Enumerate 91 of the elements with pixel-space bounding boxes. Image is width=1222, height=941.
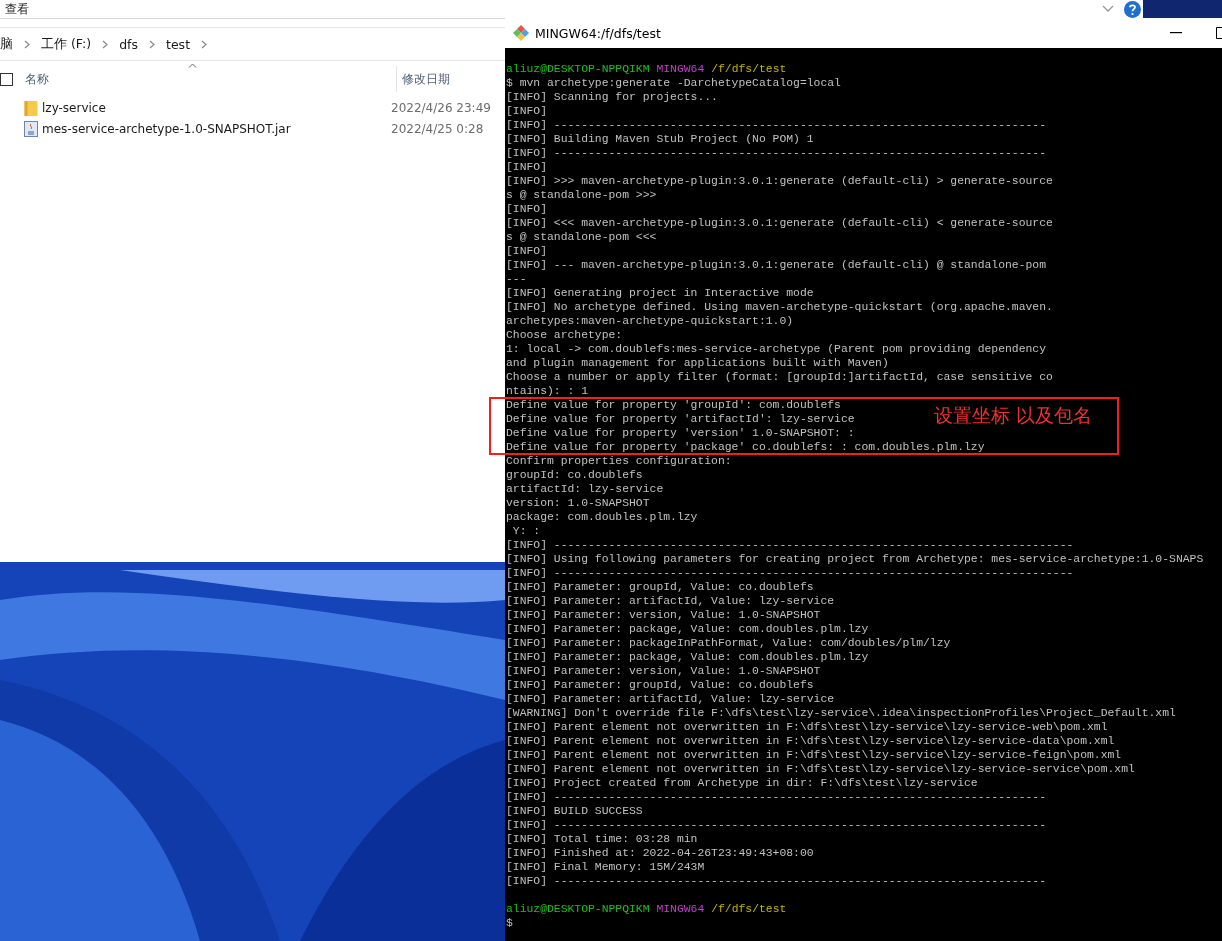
console-line: [INFO] Using following parameters for creating project from Archetype: mes-service-archetype:1.0-SNAPS: [506, 553, 1204, 565]
console-line: [INFO] --- maven-archetype-plugin:3.0.1:generate (default-cli) @ standalone-pom: [506, 259, 1046, 271]
breadcrumb-item[interactable]: 脑: [0, 35, 13, 53]
console-line: ---: [506, 273, 527, 285]
console-line: [INFO] <<< maven-archetype-plugin:3.0.1:generate (default-cli) < generate-source: [506, 217, 1053, 229]
console-line: s @ standalone-pom <<<: [506, 231, 657, 243]
select-all-checkbox[interactable]: [0, 72, 13, 86]
console-line: groupId: co.doublefs: [506, 469, 643, 481]
chevron-right-icon[interactable]: [201, 39, 208, 49]
console-line: [INFO] Total time: 03:28 min: [506, 833, 698, 845]
column-header[interactable]: 名称: [25, 70, 183, 88]
prompt-path: /f/dfs/test: [711, 903, 787, 915]
console-line: [INFO] Generating project in Interactive mode: [506, 287, 814, 299]
prompt-shell: MINGW64: [656, 63, 705, 75]
minimize-icon[interactable]: [1170, 32, 1182, 34]
console-line: [INFO] >>> maven-archetype-plugin:3.0.1:generate (default-cli) > generate-source: [506, 175, 1053, 187]
console-line: [INFO] Parameter: version, Value: 1.0-SNAPSHOT: [506, 665, 821, 677]
console-line: Define value for property 'package' co.doublefs: : com.doubles.plm.lzy: [506, 441, 985, 453]
breadcrumb-item[interactable]: 工作 (F:): [41, 35, 92, 53]
console-line: [INFO] Parameter: groupId, Value: co.doublefs: [506, 581, 814, 593]
console-line: [INFO] ------------------------------------------------------------------------: [506, 147, 1046, 159]
console-line: 1: local -> com.doublefs:mes-service-archetype (Parent pom providing dependency: [506, 343, 1046, 355]
console-line: [INFO] Parameter: packageInPathFormat, Value: com/doubles/plm/lzy: [506, 637, 951, 649]
console-line: [INFO] Parameter: version, Value: 1.0-SNAPSHOT: [506, 609, 821, 621]
console-line: version: 1.0-SNAPSHOT: [506, 497, 650, 509]
console-line: Define value for property 'version' 1.0-SNAPSHOT: :: [506, 427, 855, 439]
console-line: Choose archetype:: [506, 329, 623, 341]
view-menu[interactable]: 查看: [5, 0, 29, 18]
console-line: [INFO]: [506, 105, 547, 117]
file-date: 2022/4/26 23:49: [391, 100, 491, 115]
folder-icon: [24, 99, 38, 116]
console-line: [INFO] Parent element not overwritten in F:\dfs\test\lzy-service\lzy-service-feign\pom.xml: [506, 749, 1122, 761]
console-line: Y: :: [511, 525, 541, 537]
chevron-right-icon[interactable]: [149, 39, 156, 49]
console-line: $: [506, 917, 513, 929]
console-line: [INFO] BUILD SUCCESS: [506, 805, 643, 817]
console-line: [INFO] Parameter: artifactId, Value: lzy-service: [506, 595, 835, 607]
console-line: [INFO] Scanning for projects...: [506, 91, 718, 103]
console-line: archetypes:maven-archetype-quickstart:1.0): [506, 315, 794, 327]
console-line: Choose a number or apply filter (format: [groupId:]artifactId, case sensitive co: [506, 371, 1053, 383]
console-line: [INFO] Parameter: package, Value: com.doubles.plm.lzy: [506, 623, 869, 635]
console-line: [INFO] Finished at: 2022-04-26T23:49:43+08:00: [506, 847, 814, 859]
prompt-user: aliuz@DESKTOP-NPPQIKM: [506, 903, 650, 915]
console-line: [INFO] Parameter: groupId, Value: co.doublefs: [506, 679, 814, 691]
console-line: [INFO] Parent element not overwritten in F:\dfs\test\lzy-service\lzy-service-web\pom.xml: [506, 721, 1108, 733]
column-header[interactable]: 修改日期: [402, 70, 450, 88]
file-name[interactable]: mes-service-archetype-1.0-SNAPSHOT.jar: [42, 121, 391, 136]
console-line: Define value for property 'groupId': com.doublefs: [506, 399, 841, 411]
console-line: $ mvn archetype:generate -DarchetypeCatalog=local: [506, 77, 841, 89]
console-line: [INFO] Parameter: artifactId, Value: lzy-service: [506, 693, 835, 705]
annotation-text: 设置坐标 以及包名: [934, 403, 1093, 428]
console-line: [INFO] ----------------------------------------------------------------------------: [506, 539, 1074, 551]
chevron-right-icon[interactable]: [102, 39, 109, 49]
window-title: MINGW64:/f/dfs/test: [535, 25, 661, 41]
prompt-path: /f/dfs/test: [711, 63, 787, 75]
help-icon[interactable]: [1124, 0, 1141, 18]
sort-caret-icon: [188, 63, 197, 68]
console-line: [WARNING] Don't override file F:\dfs\test\lzy-service\.idea\inspectionProfiles\Project_Default.xml: [506, 707, 1176, 719]
file-date: 2022/4/25 0:28: [391, 121, 484, 136]
console-line: [INFO] ------------------------------------------------------------------------: [506, 119, 1046, 131]
console-line: [INFO] No archetype defined. Using maven-archetype-quickstart (org.apache.maven.: [506, 301, 1053, 313]
console-line: and plugin management for applications built with Maven): [506, 357, 889, 369]
console-line: package: com.doubles.plm.lzy: [506, 511, 698, 523]
console-line: [INFO]: [506, 161, 547, 173]
chevron-down-icon[interactable]: [1102, 5, 1114, 13]
console-line: [INFO] ------------------------------------------------------------------------: [506, 819, 1046, 831]
file-name[interactable]: lzy-service: [42, 100, 391, 115]
console-line: Confirm properties configuration:: [506, 455, 732, 467]
diamond-logo-icon: [513, 25, 529, 41]
breadcrumb-item[interactable]: test: [166, 36, 191, 52]
console-line: s @ standalone-pom >>>: [506, 189, 657, 201]
console-line: artifactId: lzy-service: [506, 483, 664, 495]
console-line: Define value for property 'artifactId': lzy-service: [506, 413, 855, 425]
console-line: ntains): : 1: [506, 385, 589, 397]
console-line: [INFO] Final Memory: 15M/243M: [506, 861, 705, 873]
console-line: [INFO] Parameter: package, Value: com.doubles.plm.lzy: [506, 651, 869, 663]
breadcrumb-item[interactable]: dfs: [119, 36, 139, 52]
chevron-right-icon[interactable]: [24, 39, 30, 49]
console-line: [INFO]: [506, 245, 547, 257]
console-line: [INFO] ------------------------------------------------------------------------: [506, 875, 1046, 887]
prompt-shell: MINGW64: [656, 903, 705, 915]
console-line: [INFO] ----------------------------------------------------------------------------: [506, 567, 1074, 579]
console-line: [INFO] Project created from Archetype in dir: F:\dfs\test\lzy-service: [506, 777, 978, 789]
console-line: [INFO]: [506, 203, 547, 215]
console-line: [INFO] Parent element not overwritten in F:\dfs\test\lzy-service\lzy-service-service\pom.xml: [506, 763, 1135, 775]
console-line: [INFO] ------------------------------------------------------------------------: [506, 791, 1046, 803]
maximize-icon[interactable]: [1216, 27, 1222, 39]
prompt-user: aliuz@DESKTOP-NPPQIKM: [506, 63, 650, 75]
java-file-icon: [24, 120, 38, 137]
console-line: [INFO] Parent element not overwritten in F:\dfs\test\lzy-service\lzy-service-data\pom.xml: [506, 735, 1115, 747]
console-line: [INFO] Building Maven Stub Project (No POM) 1: [506, 133, 814, 145]
